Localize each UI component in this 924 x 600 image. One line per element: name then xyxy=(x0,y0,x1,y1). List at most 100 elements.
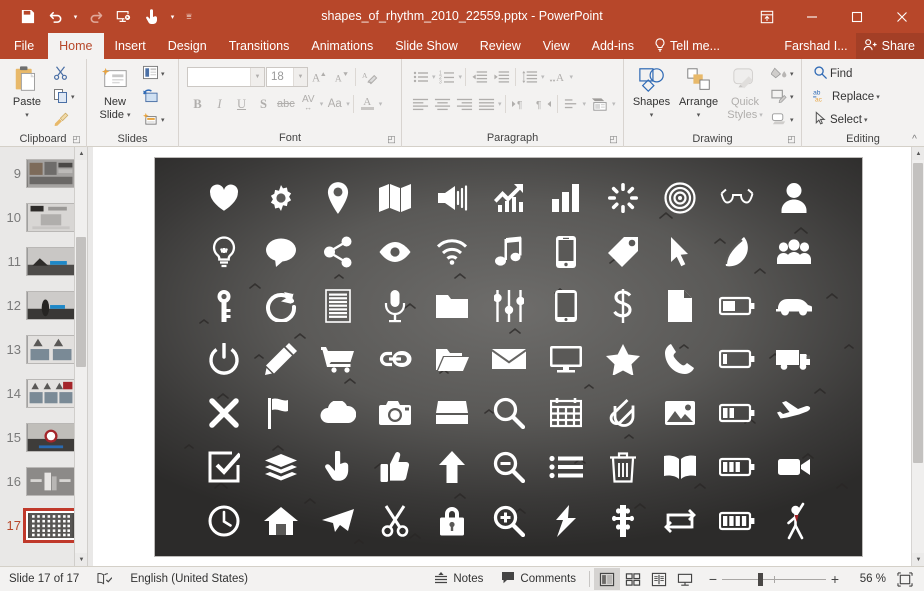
thumbnail-image[interactable] xyxy=(26,378,76,408)
notes-button[interactable]: Notes xyxy=(425,567,492,592)
justify-button[interactable] xyxy=(476,93,497,115)
account-name[interactable]: Farshad I... xyxy=(776,33,855,59)
language-label[interactable]: English (United States) xyxy=(121,567,257,592)
thumbnail-image[interactable] xyxy=(26,334,76,364)
underline-button[interactable]: U xyxy=(231,93,252,115)
slide-area-scrollbar[interactable]: ▲ ▼ xyxy=(911,147,924,566)
zoom-slider[interactable]: − + xyxy=(698,571,850,587)
center-button[interactable] xyxy=(432,93,453,115)
line-spacing-button[interactable] xyxy=(519,66,540,88)
tab-design[interactable]: Design xyxy=(157,33,218,59)
current-slide[interactable] xyxy=(155,157,862,556)
drawing-dialog-launcher[interactable]: ◰ xyxy=(786,134,797,145)
decrease-font-size-button[interactable]: A xyxy=(331,66,352,88)
shapes-dropdown-caret[interactable]: ▾ xyxy=(650,109,654,122)
scrollbar-thumb[interactable] xyxy=(76,237,86,367)
convert-to-smartart-button[interactable] xyxy=(588,93,611,115)
shape-fill-button[interactable]: ▾ xyxy=(768,63,797,85)
shape-outline-caret[interactable]: ▾ xyxy=(790,93,794,101)
tab-slide-show[interactable]: Slide Show xyxy=(384,33,469,59)
layout-dropdown-caret[interactable]: ▾ xyxy=(161,70,165,78)
cut-button[interactable] xyxy=(50,63,78,85)
thumbnail-image-selected[interactable] xyxy=(23,507,79,543)
new-slide-button[interactable]: New Slide ▾ xyxy=(91,62,139,124)
text-direction-ltr-button[interactable]: ¶ xyxy=(509,93,531,115)
scroll-down-icon[interactable]: ▼ xyxy=(912,553,924,566)
font-size-input[interactable]: 18 ▼ xyxy=(266,67,308,87)
slide-thumbnail-pane[interactable]: 9 10 11 12 13 14 15 16 17 ▲ ▼ xyxy=(0,147,88,566)
line-spacing-caret[interactable]: ▾ xyxy=(541,73,545,81)
shape-effects-button[interactable]: ▾ xyxy=(768,109,797,131)
thumbnail-image[interactable] xyxy=(26,422,76,452)
zoom-handle[interactable] xyxy=(758,572,763,586)
font-name-input[interactable]: ▼ xyxy=(187,67,265,87)
reading-view-button[interactable] xyxy=(646,568,672,590)
select-button[interactable]: Select ▾ xyxy=(810,109,883,131)
shape-effects-caret[interactable]: ▾ xyxy=(790,116,794,124)
replace-caret[interactable]: ▾ xyxy=(876,93,880,101)
thumbnail-scrollbar[interactable]: ▲ ▼ xyxy=(74,147,87,566)
slide-show-button[interactable] xyxy=(672,568,698,590)
reset-button[interactable] xyxy=(139,86,168,108)
scroll-up-icon[interactable]: ▲ xyxy=(75,147,87,160)
clear-formatting-button[interactable]: A xyxy=(359,66,380,88)
increase-indent-button[interactable] xyxy=(491,66,512,88)
undo-icon[interactable] xyxy=(42,5,68,29)
zoom-out-button[interactable]: − xyxy=(704,571,722,587)
decrease-indent-button[interactable] xyxy=(469,66,490,88)
strikethrough-button[interactable]: abc xyxy=(275,93,297,115)
thumbnail-image[interactable] xyxy=(26,246,76,276)
character-spacing-caret[interactable]: ▾ xyxy=(320,100,324,108)
arrange-button[interactable]: Arrange ▾ xyxy=(675,62,722,124)
new-slide-dropdown-caret[interactable]: ▾ xyxy=(127,109,131,122)
find-button[interactable]: Find xyxy=(810,63,883,85)
copy-dropdown-caret[interactable]: ▾ xyxy=(71,93,75,101)
align-left-button[interactable] xyxy=(410,93,431,115)
start-presentation-icon[interactable] xyxy=(111,5,137,29)
slide-sorter-button[interactable] xyxy=(620,568,646,590)
tab-insert[interactable]: Insert xyxy=(104,33,157,59)
paragraph-dialog-launcher[interactable]: ◰ xyxy=(608,134,619,145)
increase-font-size-button[interactable]: A xyxy=(309,66,330,88)
numbering-button[interactable]: 123 xyxy=(437,66,458,88)
zoom-track[interactable] xyxy=(722,572,826,586)
align-text-caret[interactable]: ▾ xyxy=(583,100,587,108)
scroll-up-icon[interactable]: ▲ xyxy=(912,147,924,160)
shape-fill-caret[interactable]: ▾ xyxy=(790,70,794,78)
fit-to-window-button[interactable] xyxy=(892,568,918,590)
bold-button[interactable]: B xyxy=(187,93,208,115)
spell-check-icon[interactable] xyxy=(88,567,121,592)
align-right-button[interactable] xyxy=(454,93,475,115)
bullets-button[interactable] xyxy=(410,66,431,88)
thumbnail-image[interactable] xyxy=(26,290,76,320)
font-dialog-launcher[interactable]: ◰ xyxy=(386,134,397,145)
save-icon[interactable] xyxy=(14,5,40,29)
shapes-button[interactable]: Shapes ▾ xyxy=(628,62,675,124)
section-button[interactable]: ▾ xyxy=(139,109,168,131)
character-spacing-button[interactable]: AV ↔ xyxy=(298,93,319,115)
scroll-down-icon[interactable]: ▼ xyxy=(75,553,87,566)
tell-me-box[interactable]: Tell me... xyxy=(645,33,729,59)
select-caret[interactable]: ▾ xyxy=(864,116,868,124)
share-button[interactable]: Share xyxy=(855,33,924,59)
align-text-button[interactable] xyxy=(561,93,582,115)
comments-button[interactable]: Comments xyxy=(492,567,585,592)
font-color-button[interactable]: A xyxy=(357,93,378,115)
ribbon-options-icon[interactable] xyxy=(744,0,789,33)
arrange-dropdown-caret[interactable]: ▾ xyxy=(697,109,701,122)
thumbnail-image[interactable] xyxy=(26,466,76,496)
numbering-caret[interactable]: ▾ xyxy=(459,73,463,81)
touch-mode-icon[interactable] xyxy=(139,5,165,29)
thumbnail-image[interactable] xyxy=(26,158,76,188)
clipboard-dialog-launcher[interactable]: ◰ xyxy=(71,134,82,145)
tab-animations[interactable]: Animations xyxy=(300,33,384,59)
touch-mode-dropdown-caret[interactable]: ▾ xyxy=(167,5,178,29)
tab-review[interactable]: Review xyxy=(469,33,532,59)
justify-caret[interactable]: ▾ xyxy=(498,100,502,108)
tab-file[interactable]: File xyxy=(0,33,48,59)
paste-button[interactable]: Paste ▾ xyxy=(4,62,50,124)
copy-button[interactable]: ▾ xyxy=(50,86,78,108)
layout-button[interactable]: ▾ xyxy=(139,63,168,85)
zoom-in-button[interactable]: + xyxy=(826,571,844,587)
tab-transitions[interactable]: Transitions xyxy=(218,33,301,59)
